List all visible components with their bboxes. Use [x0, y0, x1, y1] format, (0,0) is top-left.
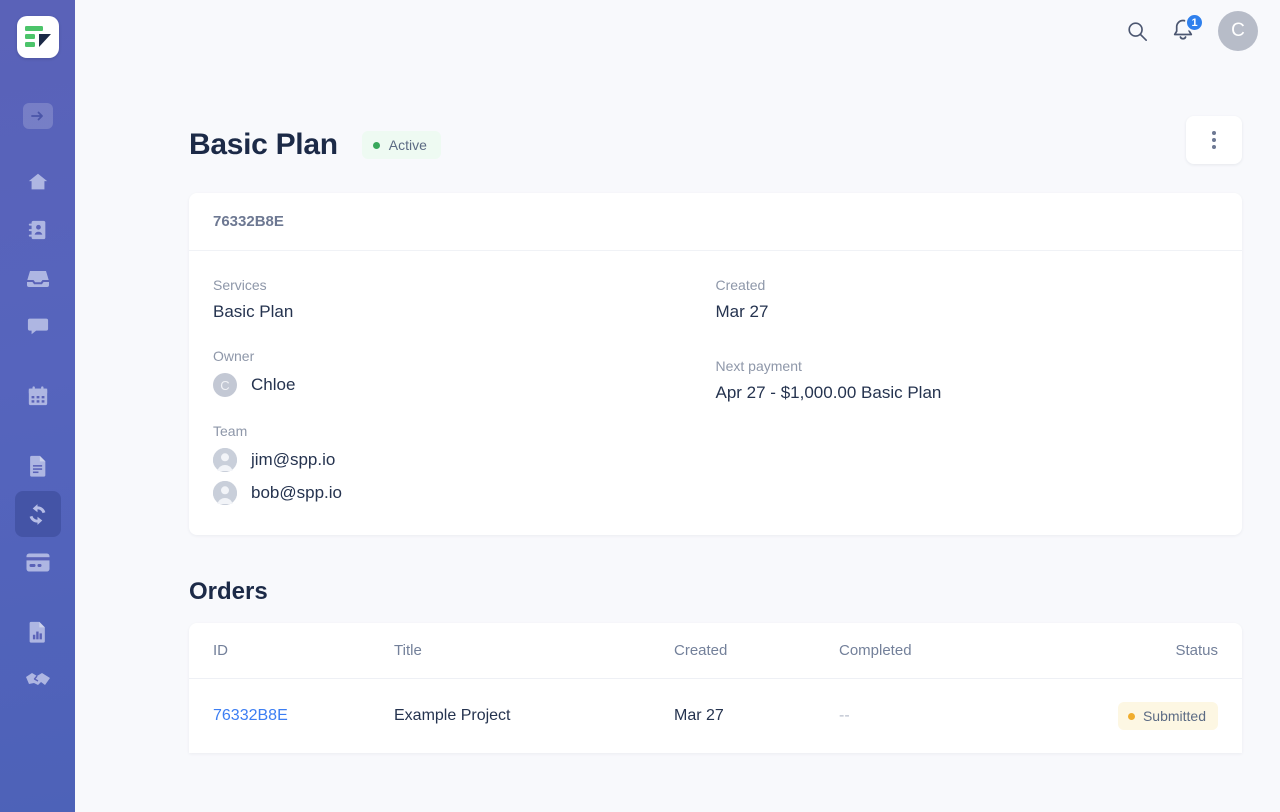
topbar: 1 C	[75, 0, 1280, 62]
order-id-link[interactable]: 76332B8E	[213, 707, 288, 724]
team-member-email: jim@spp.io	[251, 450, 336, 469]
notification-badge: 1	[1185, 13, 1204, 32]
field-label: Created	[715, 277, 766, 293]
sidebar-item-invoices[interactable]	[15, 539, 61, 585]
field-label: Next payment	[715, 358, 802, 374]
search-button[interactable]	[1126, 20, 1148, 42]
field-value: Apr 27 - $1,000.00 Basic Plan	[715, 383, 942, 402]
credit-card-icon	[26, 553, 49, 571]
card-column-left: Services Basic Plan Owner C Chloe Team j…	[213, 277, 716, 505]
card-id: 76332B8E	[189, 193, 1242, 251]
user-avatar[interactable]: C	[1218, 11, 1258, 51]
kebab-dot	[1212, 145, 1216, 149]
handshake-icon	[25, 673, 50, 685]
team-member-email: bob@spp.io	[251, 483, 342, 502]
sidebar	[0, 0, 75, 812]
arrow-right-icon	[30, 111, 43, 121]
avatar: C	[213, 373, 237, 397]
column-created[interactable]: Created	[674, 623, 839, 679]
avatar	[213, 448, 237, 472]
status-label: Active	[388, 137, 427, 153]
home-icon	[28, 173, 47, 190]
spp-logo-icon	[24, 26, 51, 47]
sidebar-item-reports[interactable]	[15, 609, 61, 655]
calendar-icon	[28, 386, 47, 406]
collapse-sidebar-button[interactable]	[22, 103, 53, 129]
main-area: 1 C Basic Plan Active 76332B8E Services …	[75, 0, 1280, 812]
orders-table-head: ID Title Created Completed Status	[189, 623, 1242, 679]
cell-created: Mar 27	[674, 707, 724, 724]
page-header: Basic Plan Active	[189, 114, 1242, 176]
team-member: bob@spp.io	[213, 481, 716, 505]
order-status-label: Submitted	[1142, 708, 1206, 724]
app-root: 1 C Basic Plan Active 76332B8E Services …	[0, 0, 1280, 812]
kebab-dot	[1212, 138, 1216, 142]
inbox-icon	[26, 271, 49, 287]
card-column-right: Created Mar 27 Next payment Apr 27 - $1,…	[716, 277, 1219, 505]
table-header-row: ID Title Created Completed Status	[189, 623, 1242, 679]
cell-id: 76332B8E	[189, 679, 394, 754]
empty-value: --	[839, 707, 850, 724]
field-owner: Owner C Chloe	[213, 348, 716, 397]
team-member: jim@spp.io	[213, 448, 716, 472]
sidebar-item-orders[interactable]	[15, 443, 61, 489]
status-dot	[1127, 712, 1135, 720]
status-badge: Active	[361, 131, 441, 159]
field-label: Services	[213, 277, 267, 293]
kebab-dot	[1212, 131, 1216, 135]
search-icon	[1128, 22, 1147, 41]
order-status-badge: Submitted	[1117, 702, 1218, 730]
person-icon	[213, 481, 237, 505]
orders-table: ID Title Created Completed Status 76332B…	[189, 623, 1242, 753]
sidebar-item-home[interactable]	[15, 159, 61, 205]
sidebar-item-calendar[interactable]	[15, 373, 61, 419]
column-title[interactable]: Title	[394, 623, 674, 679]
sidebar-item-affiliates[interactable]	[15, 657, 61, 703]
card-body: Services Basic Plan Owner C Chloe Team j…	[189, 251, 1242, 535]
cell-status: Submitted	[988, 679, 1242, 754]
sidebar-nav	[14, 159, 61, 705]
field-label: Owner	[213, 348, 255, 364]
cell-title: Example Project	[394, 707, 511, 724]
field-team: Team jim@spp.io bob@spp.io	[213, 423, 716, 505]
sidebar-item-subscriptions[interactable]	[14, 491, 61, 537]
field-services: Services Basic Plan	[213, 277, 716, 322]
field-created: Created Mar 27	[716, 277, 1219, 322]
refresh-icon	[29, 503, 46, 525]
sidebar-item-messages[interactable]	[15, 303, 61, 349]
report-icon	[29, 621, 45, 643]
page-content: Basic Plan Active 76332B8E Services Basi…	[75, 114, 1280, 753]
notifications-button[interactable]: 1	[1170, 13, 1204, 45]
contacts-icon	[28, 220, 45, 240]
cell-completed: --	[839, 679, 988, 754]
column-id[interactable]: ID	[189, 623, 394, 679]
field-value: Basic Plan	[213, 302, 294, 321]
table-row[interactable]: 76332B8E Example Project Mar 27 -- Submi…	[189, 679, 1242, 754]
subscription-detail-card: 76332B8E Services Basic Plan Owner C Chl…	[189, 193, 1242, 535]
field-value: Mar 27	[715, 302, 769, 321]
more-options-button[interactable]	[1186, 116, 1242, 164]
column-completed[interactable]: Completed	[839, 623, 988, 679]
app-logo[interactable]	[16, 16, 59, 58]
sidebar-item-inbox[interactable]	[15, 255, 61, 301]
page-title: Basic Plan	[189, 128, 338, 161]
avatar	[213, 481, 237, 505]
chat-icon	[27, 318, 48, 335]
field-label: Team	[213, 423, 248, 439]
owner-row: C Chloe	[213, 373, 716, 397]
status-dot	[372, 141, 380, 149]
sidebar-item-clients[interactable]	[15, 207, 61, 253]
document-icon	[29, 455, 45, 477]
person-icon	[213, 448, 237, 472]
owner-name: Chloe	[251, 375, 296, 394]
orders-section-title: Orders	[189, 578, 268, 605]
column-status[interactable]: Status	[987, 623, 1242, 679]
orders-table-body: 76332B8E Example Project Mar 27 -- Submi…	[189, 679, 1242, 754]
field-next-payment: Next payment Apr 27 - $1,000.00 Basic Pl…	[716, 358, 1219, 403]
